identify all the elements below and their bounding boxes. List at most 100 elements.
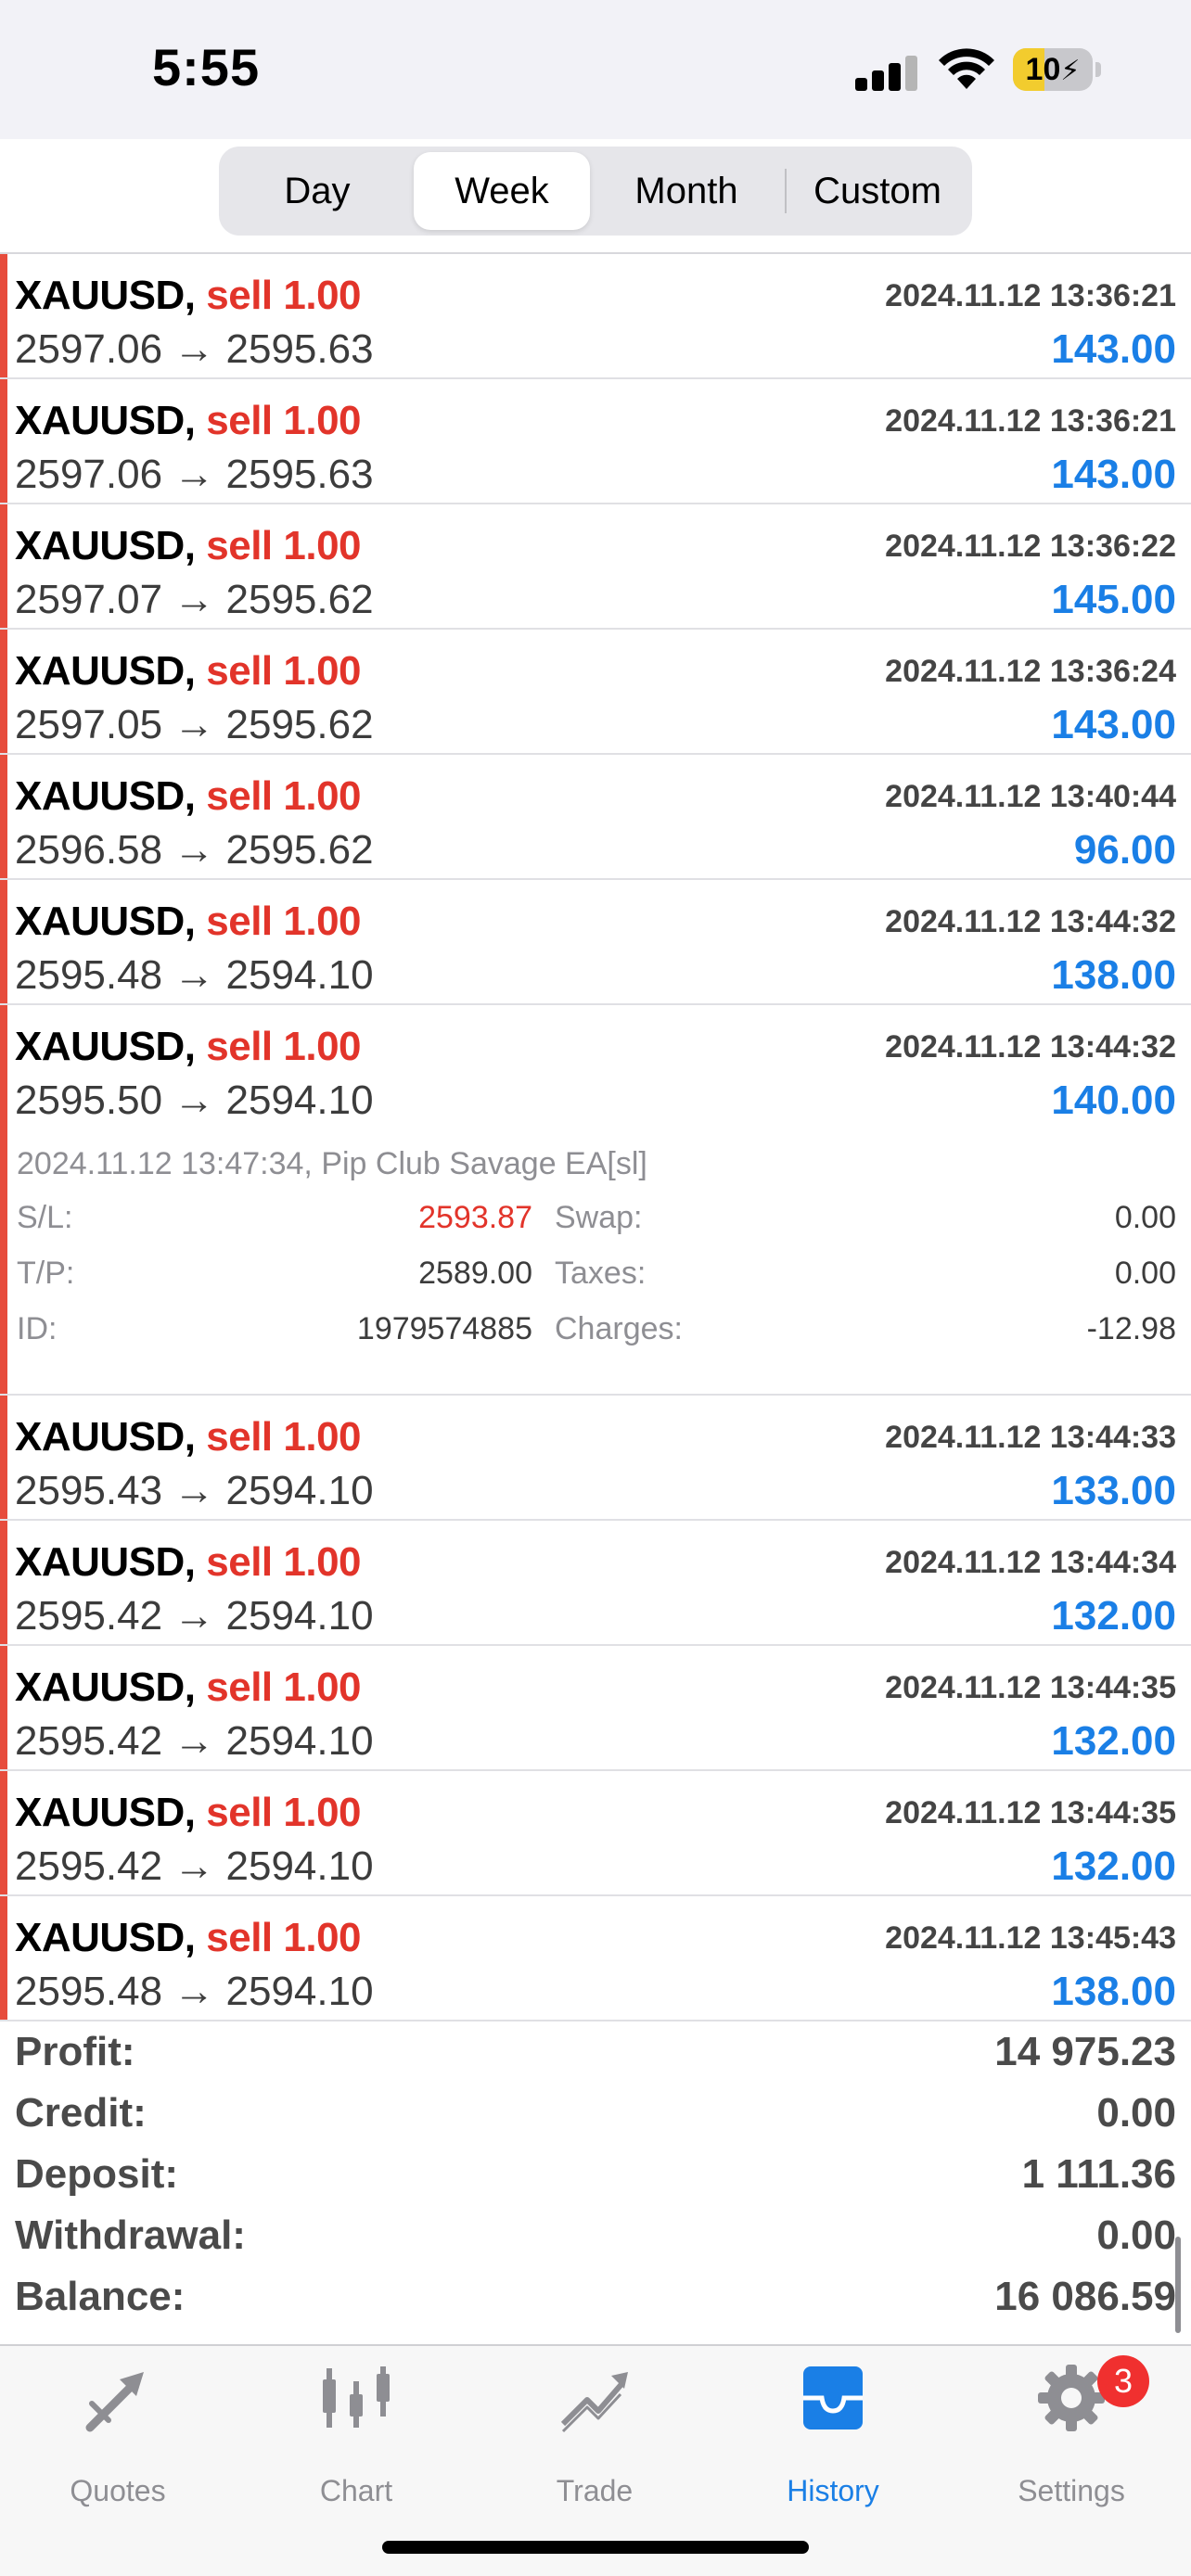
id-label: ID:: [17, 1311, 58, 1346]
battery-icon: 10⚡: [1013, 48, 1102, 91]
sell-accent-bar: [0, 1396, 7, 1519]
quotes-icon: [85, 2372, 144, 2432]
trade-time: 2024.11.12 13:44:33: [885, 1420, 1176, 1455]
trade-side: sell 1.00: [206, 273, 362, 318]
sell-accent-bar: [0, 379, 7, 503]
nav-trade-label: Trade: [556, 2474, 634, 2507]
trade-time: 2024.11.12 13:36:21: [885, 403, 1176, 439]
trade-symbol: XAUUSD, sell 1.00: [15, 648, 362, 694]
trade-profit: 138.00: [1051, 952, 1176, 998]
home-indicator[interactable]: [382, 2541, 809, 2554]
trade-symbol: XAUUSD, sell 1.00: [15, 273, 362, 318]
trade-history-list: XAUUSD, sell 1.00 2597.06 → 2595.63 2024…: [0, 254, 1191, 2021]
trade-side: sell 1.00: [206, 1539, 362, 1585]
trade-row[interactable]: XAUUSD, sell 1.00 2595.42 → 2594.10 2024…: [0, 1646, 1191, 1771]
nav-settings[interactable]: 3 Settings: [979, 2355, 1164, 2507]
trade-time: 2024.11.12 13:44:35: [885, 1670, 1176, 1705]
sl-label: S/L:: [17, 1200, 73, 1235]
trade-row[interactable]: XAUUSD, sell 1.00 2597.06 → 2595.63 2024…: [0, 254, 1191, 379]
cellular-signal-icon: [855, 54, 920, 91]
id-value: 1979574885: [356, 1311, 532, 1346]
trade-row[interactable]: XAUUSD, sell 1.00 2595.48 → 2594.10 2024…: [0, 880, 1191, 1005]
trade-prices: 2597.06 → 2595.63: [15, 452, 374, 497]
nav-trade[interactable]: Trade: [502, 2363, 687, 2507]
trade-row[interactable]: XAUUSD, sell 1.00 2597.05 → 2595.62 2024…: [0, 630, 1191, 755]
nav-quotes[interactable]: Quotes: [25, 2363, 211, 2507]
trade-prices: 2595.42 → 2594.10: [15, 1843, 374, 1889]
trade-row[interactable]: XAUUSD, sell 1.00 2597.06 → 2595.63 2024…: [0, 379, 1191, 504]
summary-value: 16 086.59: [994, 2274, 1176, 2319]
trade-time: 2024.11.12 13:44:32: [885, 904, 1176, 939]
tab-day[interactable]: Day: [224, 152, 410, 230]
segment-divider: [785, 169, 787, 213]
trade-symbol: XAUUSD, sell 1.00: [15, 899, 362, 944]
trade-side: sell 1.00: [206, 1790, 362, 1835]
trade-side: sell 1.00: [206, 523, 362, 568]
summary-value: 14 975.23: [994, 2029, 1176, 2074]
trade-prices: 2595.48 → 2594.10: [15, 952, 374, 998]
sell-accent-bar: [0, 1005, 7, 1394]
sell-accent-bar: [0, 880, 7, 1003]
nav-history[interactable]: History: [740, 2363, 926, 2507]
scroll-indicator[interactable]: [1175, 2237, 1181, 2333]
summary-value: 0.00: [1096, 2090, 1176, 2136]
battery-level: 10: [1025, 52, 1061, 87]
nav-quotes-label: Quotes: [70, 2474, 166, 2507]
summary-row-credit: Credit: 0.00: [15, 2090, 1176, 2151]
nav-settings-label: Settings: [1018, 2474, 1125, 2507]
trade-side: sell 1.00: [206, 1414, 362, 1460]
trade-profit: 143.00: [1051, 702, 1176, 747]
sell-accent-bar: [0, 1771, 7, 1894]
charges-value: -12.98: [1086, 1311, 1176, 1346]
trade-row[interactable]: XAUUSD, sell 1.00 2595.43 → 2594.10 2024…: [0, 1396, 1191, 1521]
trade-symbol: XAUUSD, sell 1.00: [15, 1539, 362, 1585]
trade-symbol: XAUUSD, sell 1.00: [15, 1024, 362, 1069]
trade-time: 2024.11.12 13:36:24: [885, 654, 1176, 689]
trade-row[interactable]: XAUUSD, sell 1.00 2595.42 → 2594.10 2024…: [0, 1521, 1191, 1646]
trade-side: sell 1.00: [206, 773, 362, 819]
trade-profit: 138.00: [1051, 1969, 1176, 2014]
swap-label: Swap:: [555, 1200, 643, 1235]
trade-side: sell 1.00: [206, 899, 362, 944]
account-summary: Profit: 14 975.23 Credit: 0.00 Deposit: …: [0, 2010, 1191, 2344]
trade-row[interactable]: XAUUSD, sell 1.00 2595.42 → 2594.10 2024…: [0, 1771, 1191, 1896]
tab-week[interactable]: Week: [414, 152, 590, 230]
summary-label: Deposit:: [15, 2151, 178, 2197]
trade-row[interactable]: XAUUSD, sell 1.00 2596.58 → 2595.62 2024…: [0, 755, 1191, 880]
trade-time: 2024.11.12 13:40:44: [885, 779, 1176, 814]
trade-time: 2024.11.12 13:36:22: [885, 529, 1176, 564]
trade-profit: 96.00: [1073, 827, 1176, 873]
trade-prices: 2595.42 → 2594.10: [15, 1718, 374, 1764]
tab-custom[interactable]: Custom: [788, 152, 967, 230]
nav-chart-label: Chart: [319, 2474, 393, 2507]
sell-accent-bar: [0, 1896, 7, 2020]
trade-symbol: XAUUSD, sell 1.00: [15, 523, 362, 568]
trade-profit: 145.00: [1051, 577, 1176, 622]
taxes-value: 0.00: [1114, 1256, 1176, 1291]
trade-symbol: XAUUSD, sell 1.00: [15, 773, 362, 819]
summary-label: Balance:: [15, 2274, 186, 2319]
trade-profit: 140.00: [1051, 1078, 1176, 1123]
nav-history-label: History: [787, 2474, 879, 2507]
trade-row[interactable]: XAUUSD, sell 1.00 2597.07 → 2595.62 2024…: [0, 504, 1191, 630]
tab-month[interactable]: Month: [594, 152, 779, 230]
sell-accent-bar: [0, 1521, 7, 1644]
period-segmented-control: Day Week Month Custom: [219, 147, 972, 236]
trade-prices: 2597.06 → 2595.63: [15, 326, 374, 372]
trade-row[interactable]: XAUUSD, sell 1.00 2595.48 → 2594.10 2024…: [0, 1896, 1191, 2021]
trade-icon: [560, 2372, 628, 2433]
trade-side: sell 1.00: [206, 1024, 362, 1069]
trade-profit: 132.00: [1051, 1718, 1176, 1764]
trade-profit: 143.00: [1051, 326, 1176, 372]
summary-label: Withdrawal:: [15, 2213, 246, 2258]
chart-icon: [323, 2366, 390, 2428]
nav-chart[interactable]: Chart: [263, 2363, 449, 2507]
trade-time: 2024.11.12 13:45:43: [885, 1920, 1176, 1956]
status-bar: 5:55 10⚡: [0, 0, 1191, 139]
swap-value: 0.00: [1114, 1200, 1176, 1235]
trade-row-expanded[interactable]: XAUUSD, sell 1.00 2595.50 → 2594.10 2024…: [0, 1005, 1191, 1396]
trade-profit: 132.00: [1051, 1593, 1176, 1639]
summary-row-withdrawal: Withdrawal: 0.00: [15, 2213, 1176, 2274]
trade-prices: 2597.05 → 2595.62: [15, 702, 374, 747]
trade-side: sell 1.00: [206, 398, 362, 443]
